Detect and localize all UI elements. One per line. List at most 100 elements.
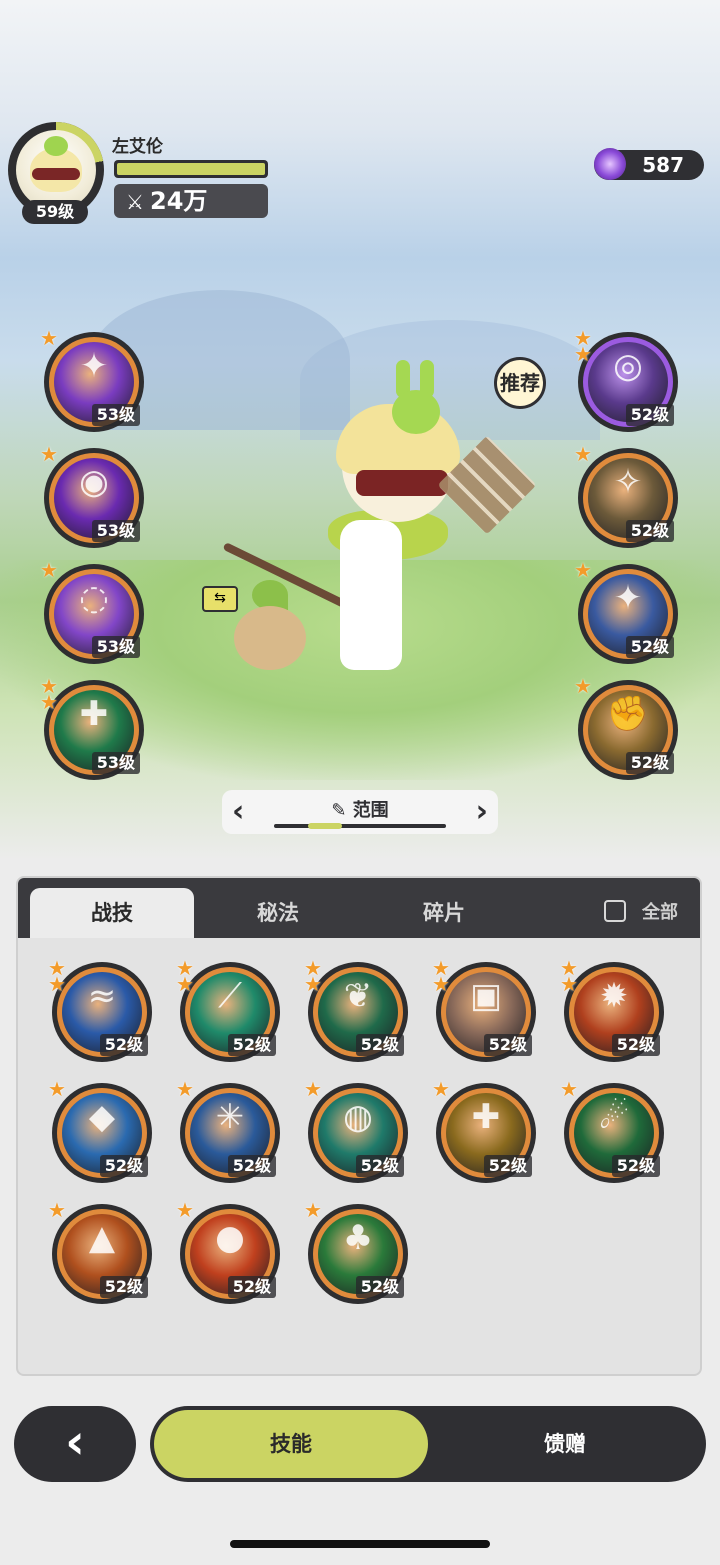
skill-slot[interactable]: ▲ ★ 52级 (48, 1200, 152, 1304)
combat-power: ⚔ 24万 (114, 184, 268, 218)
star-icon: ★ (432, 1077, 450, 1101)
hp-bar (114, 160, 268, 178)
tab-bar: 战技 秘法 碎片 全部 (18, 878, 700, 938)
selector-thumb (308, 823, 342, 829)
skill-glyph: ⟋ (218, 976, 242, 1016)
player-name: 左艾伦 (112, 137, 163, 157)
skill-panel: 战技 秘法 碎片 全部 ≈ ★ ★ 52级 ⟋ ★ ★ 52级 ❦ ★ ★ 52级 ▣ ★ ★ 52级 ✹ ★ ★ 5… (16, 876, 702, 1376)
star-icon: ★ (48, 1198, 66, 1222)
skill-slot[interactable]: ✚ ★ ★ 53级 (40, 676, 144, 780)
player-level: 59级 (22, 200, 88, 224)
chevron-right-icon[interactable]: › (476, 794, 488, 829)
skill-glyph: ✚ (79, 694, 109, 734)
skill-slot[interactable]: ◉ ★ 53级 (40, 444, 144, 548)
tab-gifts[interactable]: 馈赠 (428, 1410, 702, 1478)
star-icon: ★ (574, 442, 592, 466)
skill-level: 53级 (91, 752, 140, 774)
skill-slot[interactable]: ◆ ★ 52级 (48, 1079, 152, 1183)
star-icon: ★ (574, 342, 592, 366)
background-mountain (300, 320, 600, 440)
skill-slot[interactable]: ✳ ★ 52级 (176, 1079, 280, 1183)
crossed-swords-icon: ⚔ (126, 190, 144, 214)
star-icon: ★ (304, 972, 322, 996)
skill-slot[interactable]: ◍ ★ 52级 (304, 1079, 408, 1183)
skill-level: 52级 (355, 1276, 404, 1298)
recommend-badge[interactable]: 推荐 (494, 357, 546, 409)
skill-level: 53级 (91, 404, 140, 426)
star-icon: ★ (40, 558, 58, 582)
swap-icon[interactable]: ⇆ (202, 586, 238, 612)
star-icon: ★ (48, 1077, 66, 1101)
tab-skills[interactable]: 技能 (154, 1410, 428, 1478)
skill-level: 52级 (625, 404, 674, 426)
skill-glyph: ◉ (79, 462, 109, 502)
star-icon: ★ (176, 1198, 194, 1222)
all-checkbox[interactable] (604, 900, 626, 922)
skill-level: 52级 (99, 1276, 148, 1298)
skill-slot[interactable]: ✧ ★ 52级 (574, 444, 678, 548)
star-icon: ★ (574, 558, 592, 582)
star-icon: ★ (560, 1077, 578, 1101)
character-body (340, 520, 402, 670)
home-indicator[interactable] (230, 1540, 490, 1548)
skill-level: 52级 (625, 636, 674, 658)
star-icon: ★ (176, 972, 194, 996)
star-icon: ★ (560, 972, 578, 996)
skill-slot[interactable]: ⟋ ★ ★ 52级 (176, 958, 280, 1062)
skill-glyph: ✚ (471, 1097, 501, 1137)
star-icon: ★ (176, 1077, 194, 1101)
range-selector: ‹ ✎ 范围 › (222, 790, 498, 834)
skill-slot[interactable]: ✊ ★ 52级 (574, 676, 678, 780)
star-icon: ★ (304, 1077, 322, 1101)
skill-glyph: ◌ (79, 578, 109, 618)
tab-combat-skills[interactable]: 战技 (30, 888, 194, 938)
skill-slot[interactable]: ✦ ★ 52级 (574, 560, 678, 664)
skill-slot[interactable]: ❦ ★ ★ 52级 (304, 958, 408, 1062)
skill-glyph: ◆ (88, 1097, 116, 1137)
purple-gem-icon (594, 148, 626, 180)
skill-glyph: ● (215, 1218, 245, 1258)
pet-companion[interactable] (234, 606, 306, 670)
skill-glyph: ✳ (215, 1097, 245, 1137)
skill-level: 52级 (227, 1034, 276, 1056)
skill-level: 52级 (625, 520, 674, 542)
star-icon: ★ (48, 972, 66, 996)
skill-level: 53级 (91, 520, 140, 542)
bunny-hat (392, 390, 440, 434)
skill-glyph: ◎ (613, 346, 643, 386)
combat-power-value: 24万 (150, 187, 208, 215)
skill-slot[interactable]: ≈ ★ ★ 52级 (48, 958, 152, 1062)
tab-arcana[interactable]: 秘法 (196, 888, 360, 938)
skill-level: 52级 (99, 1034, 148, 1056)
skill-slot[interactable]: ☄ ★ 52级 (560, 1079, 664, 1183)
selector-label-text: 范围 (352, 800, 389, 821)
tab-fragments[interactable]: 碎片 (362, 888, 526, 938)
currency-amount: 587 (642, 153, 684, 177)
star-icon: ★ (432, 972, 450, 996)
star-icon: ★ (40, 442, 58, 466)
skill-glyph: ▣ (469, 976, 503, 1016)
skill-glyph: ✦ (613, 578, 643, 618)
skill-slot[interactable]: ● ★ 52级 (176, 1200, 280, 1304)
skill-level: 52级 (483, 1034, 532, 1056)
skill-glyph: ✦ (79, 346, 109, 386)
pencil-icon: ✎ (331, 800, 347, 821)
skill-slot[interactable]: ✦ ★ 53级 (40, 328, 144, 432)
skill-level: 52级 (611, 1155, 660, 1177)
skill-slot[interactable]: ♣ ★ 52级 (304, 1200, 408, 1304)
skill-slot[interactable]: ◌ ★ 53级 (40, 560, 144, 664)
skill-level: 52级 (355, 1034, 404, 1056)
avatar-portrait (16, 130, 96, 210)
skill-glyph: ✧ (613, 462, 643, 502)
skill-slot[interactable]: ✚ ★ 52级 (432, 1079, 536, 1183)
skill-glyph: ❦ (343, 976, 373, 1016)
skill-slot[interactable]: ✹ ★ ★ 52级 (560, 958, 664, 1062)
skill-level: 52级 (625, 752, 674, 774)
skill-glyph: ◍ (343, 1097, 373, 1137)
skill-slot[interactable]: ◎ ★ ★ 52级 (574, 328, 678, 432)
back-button[interactable]: ‹ (14, 1406, 136, 1482)
skill-slot[interactable]: ▣ ★ ★ 52级 (432, 958, 536, 1062)
skill-glyph: ✊ (606, 694, 650, 734)
skill-level: 52级 (355, 1155, 404, 1177)
bottom-tab-bar: 技能 馈赠 (150, 1406, 706, 1482)
